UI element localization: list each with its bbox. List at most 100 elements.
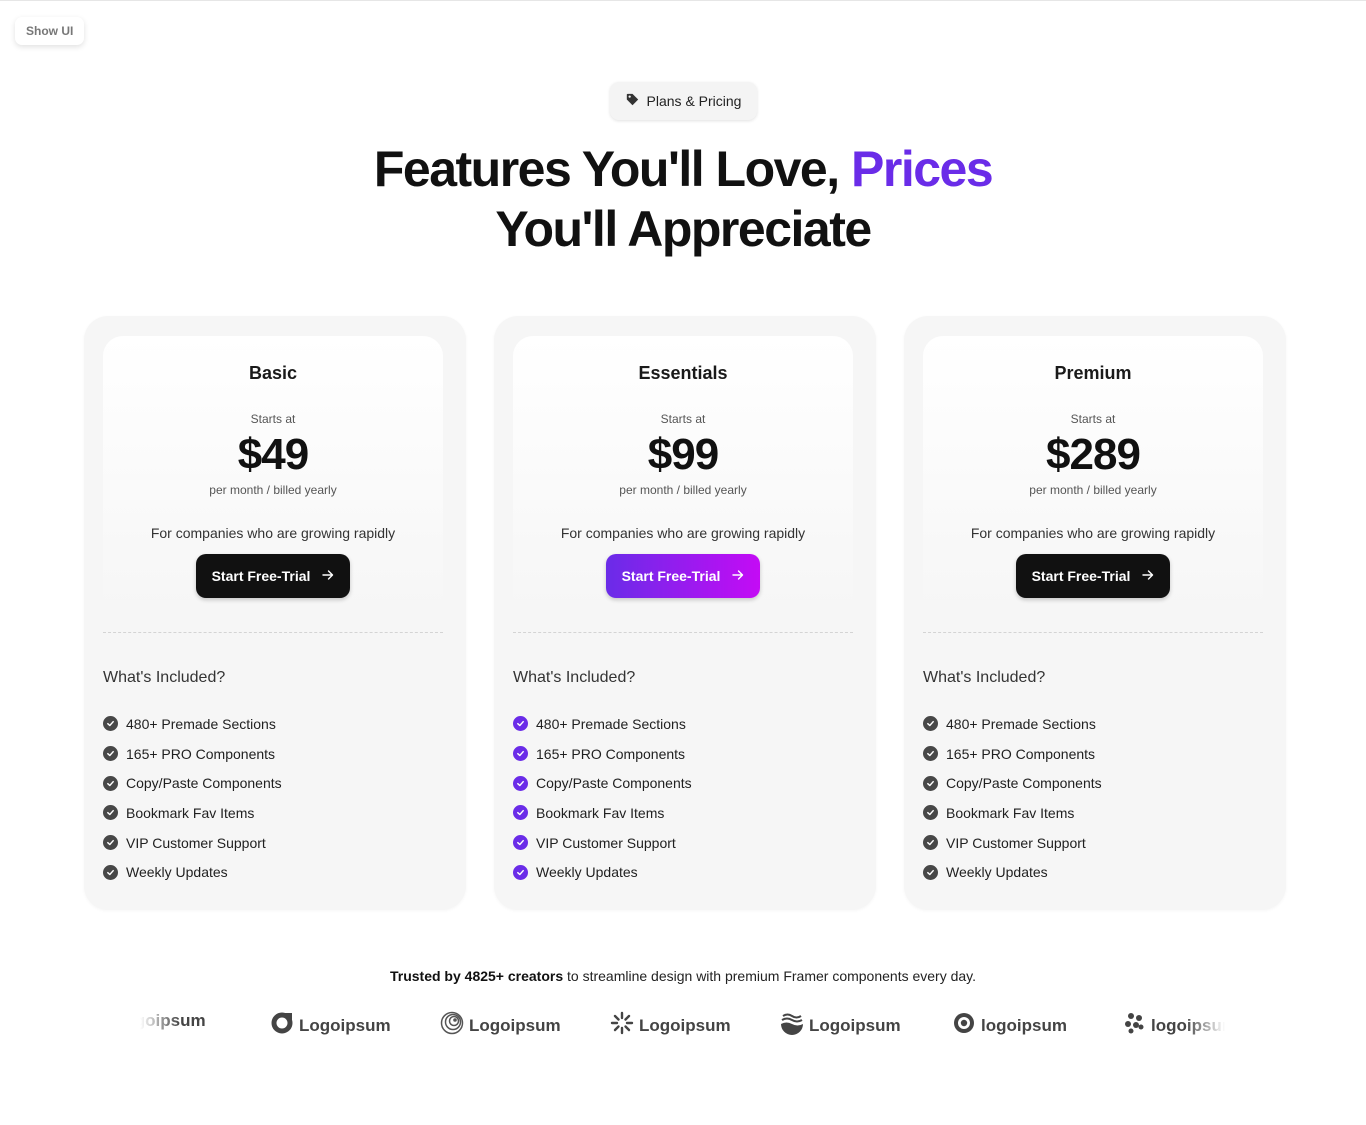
partner-logo: Logoipsum — [140, 1011, 206, 1031]
feature-label: Bookmark Fav Items — [946, 804, 1075, 821]
plan-price: $99 — [647, 430, 719, 479]
trusted-rest: to streamline design with premium Framer… — [563, 968, 977, 984]
feature-label: VIP Customer Support — [536, 834, 676, 851]
pricing-card-header: Basic Starts at $49 per month / billed y… — [103, 336, 443, 616]
start-free-trial-button[interactable]: Start Free-Trial — [196, 554, 350, 598]
feature-item: VIP Customer Support — [103, 828, 282, 858]
tag-icon — [626, 93, 639, 109]
partner-logo: Logoipsum — [610, 1011, 731, 1039]
feature-label: 165+ PRO Components — [946, 745, 1096, 762]
eye-logo-icon — [952, 1011, 976, 1039]
arrow-right-icon — [322, 568, 334, 584]
feature-label: Weekly Updates — [946, 864, 1048, 881]
plans-pricing-tag: Plans & Pricing — [610, 82, 757, 120]
feature-item: Weekly Updates — [513, 857, 692, 887]
feature-item: Weekly Updates — [103, 857, 282, 887]
feature-item: Copy/Paste Components — [513, 768, 692, 798]
cta-label: Start Free-Trial — [621, 568, 721, 584]
feature-item: 165+ PRO Components — [923, 739, 1102, 769]
check-circle-icon — [513, 746, 528, 762]
partner-logo: logoipsum — [952, 1011, 1067, 1039]
feature-label: Weekly Updates — [126, 864, 228, 881]
dashed-divider — [923, 632, 1263, 633]
trusted-bold: Trusted by 4825+ creators — [389, 968, 564, 984]
feature-label: 480+ Premade Sections — [946, 715, 1096, 732]
feature-label: Copy/Paste Components — [126, 775, 282, 792]
show-ui-button[interactable]: Show UI — [15, 17, 85, 45]
dashed-divider — [513, 632, 853, 633]
start-free-trial-button[interactable]: Start Free-Trial — [606, 554, 760, 598]
logo-text: Logoipsum — [299, 1015, 391, 1035]
feature-label: Copy/Paste Components — [536, 775, 692, 792]
arrow-right-icon — [732, 568, 744, 584]
whats-included-title: What's Included? — [513, 669, 636, 686]
whats-included-title: What's Included? — [103, 669, 226, 686]
pricing-card-basic: Basic Starts at $49 per month / billed y… — [84, 316, 466, 910]
whats-included-title: What's Included? — [923, 669, 1046, 686]
starts-at-label: Starts at — [1070, 412, 1116, 426]
feature-item: Bookmark Fav Items — [513, 798, 692, 828]
feature-item: VIP Customer Support — [923, 828, 1102, 858]
check-circle-icon — [513, 805, 528, 821]
check-circle-icon — [513, 864, 528, 880]
feature-item: 480+ Premade Sections — [513, 709, 692, 739]
headline-part1: Features You'll Love, — [373, 141, 852, 197]
logo-text: Logoipsum — [639, 1015, 731, 1035]
partner-logo: Logoipsum — [270, 1011, 391, 1039]
plan-price: $49 — [237, 430, 309, 479]
check-circle-icon — [103, 775, 118, 791]
check-circle-icon — [513, 835, 528, 851]
plan-name: Basic — [248, 363, 298, 383]
check-circle-icon — [923, 716, 938, 732]
dashed-divider — [103, 632, 443, 633]
feature-list: 480+ Premade Sections 165+ PRO Components… — [923, 709, 1102, 887]
start-free-trial-button[interactable]: Start Free-Trial — [1016, 554, 1170, 598]
feature-item: Bookmark Fav Items — [923, 798, 1102, 828]
trusted-text: Trusted by 4825+ creators to streamline … — [0, 968, 1366, 984]
partner-logo: Logoipsum — [440, 1011, 561, 1039]
billing-period: per month / billed yearly — [1029, 483, 1157, 497]
billing-period: per month / billed yearly — [619, 483, 747, 497]
feature-label: Bookmark Fav Items — [126, 804, 255, 821]
check-circle-icon — [103, 805, 118, 821]
feature-label: 480+ Premade Sections — [536, 715, 686, 732]
logo-text: logoipsum — [981, 1015, 1067, 1035]
feature-list: 480+ Premade Sections 165+ PRO Components… — [513, 709, 692, 887]
pricing-card-essentials: Essentials Starts at $99 per month / bil… — [494, 316, 876, 910]
plan-name: Premium — [1054, 363, 1132, 383]
arrow-right-icon — [1142, 568, 1154, 584]
tag-label: Plans & Pricing — [646, 93, 742, 109]
plan-description: For companies who are growing rapidly — [150, 525, 396, 541]
partner-logo: Logoipsum — [780, 1011, 901, 1039]
check-circle-icon — [923, 805, 938, 821]
feature-label: 480+ Premade Sections — [126, 715, 276, 732]
logo-text: Logoipsum — [469, 1015, 561, 1035]
billing-period: per month / billed yearly — [209, 483, 337, 497]
starts-at-label: Starts at — [660, 412, 706, 426]
feature-label: 165+ PRO Components — [536, 745, 686, 762]
feature-item: 165+ PRO Components — [103, 739, 282, 769]
feature-item: 165+ PRO Components — [513, 739, 692, 769]
check-circle-icon — [923, 835, 938, 851]
feature-item: Copy/Paste Components — [103, 768, 282, 798]
plan-description: For companies who are growing rapidly — [970, 525, 1216, 541]
pricing-card-header: Essentials Starts at $99 per month / bil… — [513, 336, 853, 616]
cta-label: Start Free-Trial — [211, 568, 311, 584]
check-circle-icon — [513, 716, 528, 732]
feature-label: Weekly Updates — [536, 864, 638, 881]
check-circle-icon — [103, 864, 118, 880]
logo-text: logoipsum — [1151, 1015, 1225, 1035]
feature-item: Weekly Updates — [923, 857, 1102, 887]
check-circle-icon — [103, 716, 118, 732]
logo-marquee: Logoipsum Logoipsum Logoipsum Logoipsum Logo… — [140, 1007, 1225, 1039]
feature-list: 480+ Premade Sections 165+ PRO Components… — [103, 709, 282, 887]
feature-item: Bookmark Fav Items — [103, 798, 282, 828]
check-circle-icon — [103, 746, 118, 762]
feature-label: VIP Customer Support — [946, 834, 1086, 851]
feature-item: VIP Customer Support — [513, 828, 692, 858]
feature-item: 480+ Premade Sections — [923, 709, 1102, 739]
starts-at-label: Starts at — [250, 412, 296, 426]
cta-label: Start Free-Trial — [1031, 568, 1131, 584]
pricing-card-premium: Premium Starts at $289 per month / bille… — [904, 316, 1286, 910]
headline-accent: Prices — [851, 141, 994, 197]
